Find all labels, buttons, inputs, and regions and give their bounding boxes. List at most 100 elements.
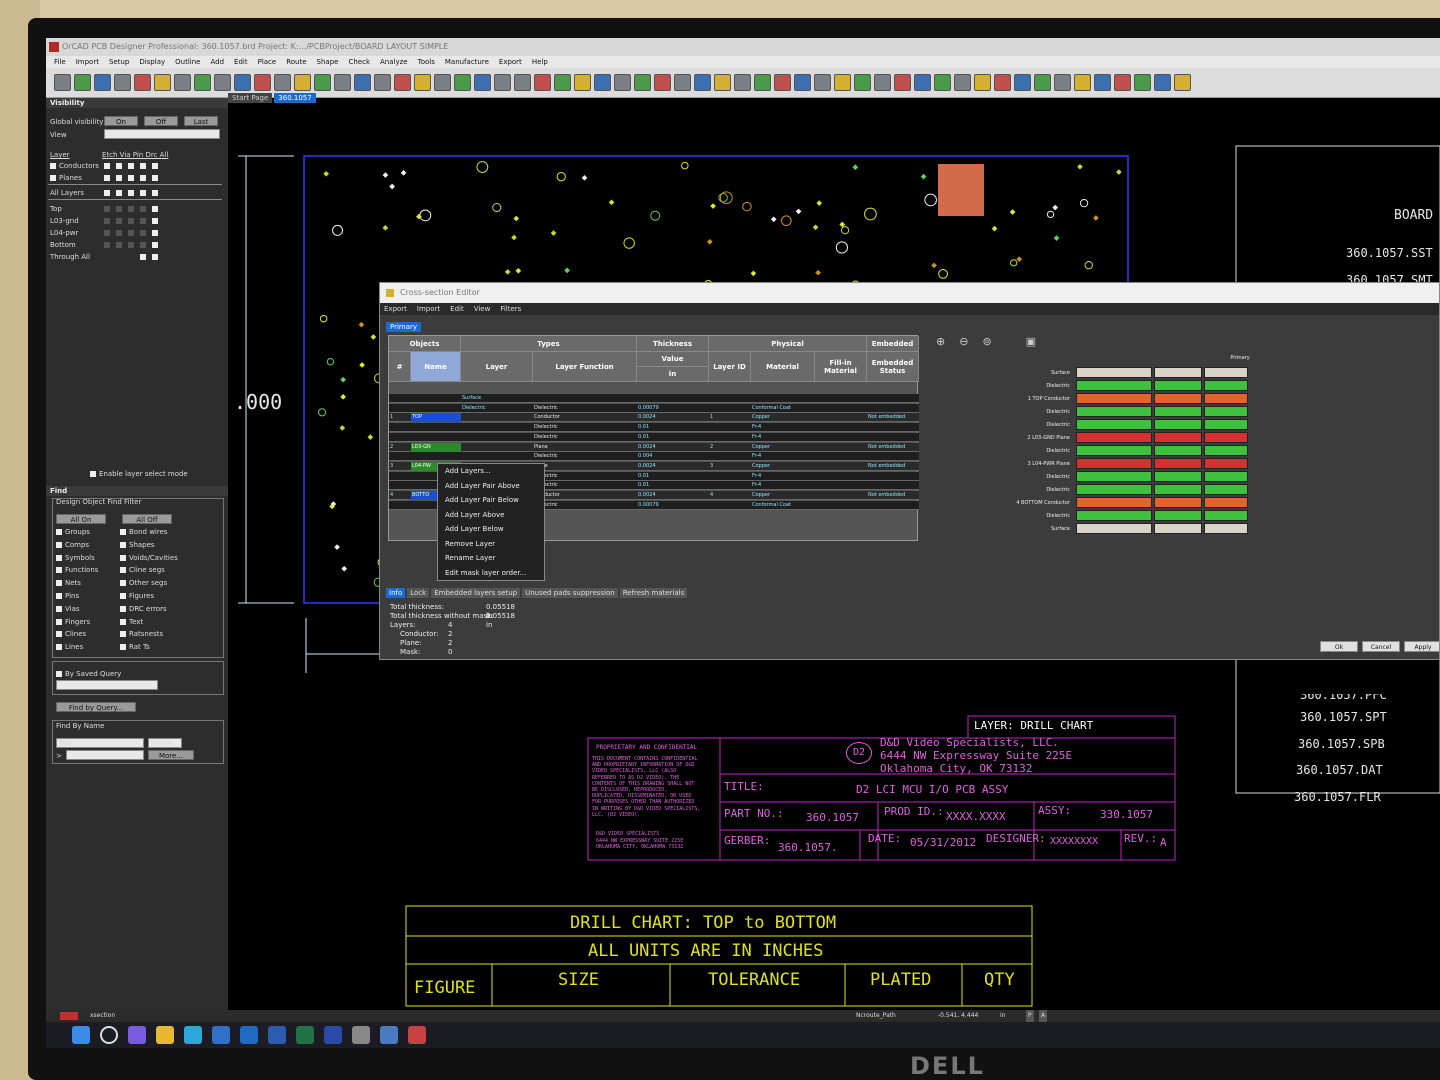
toolbar-tool-48-icon[interactable]: [994, 74, 1011, 91]
stack-layer-bar[interactable]: [1204, 445, 1248, 456]
xs-cell-id[interactable]: [709, 394, 751, 403]
toolbar-tool-57-icon[interactable]: [1174, 74, 1191, 91]
xs-cell-id[interactable]: [709, 472, 751, 481]
store-icon[interactable]: [212, 1026, 230, 1044]
xs-cell-layer[interactable]: [461, 443, 533, 452]
layer-id-header[interactable]: Layer ID: [709, 352, 751, 382]
xs-cell-func[interactable]: Plane: [533, 443, 637, 452]
toolbar-tool-20-icon[interactable]: [434, 74, 451, 91]
find-checkbox[interactable]: [56, 631, 62, 638]
vis-toggle[interactable]: [116, 218, 122, 224]
xs-row[interactable]: 1 TOP Conductor 0.0024 1 Copper Not embedded: [389, 413, 919, 423]
find-item-fingers[interactable]: Fingers: [56, 618, 90, 626]
stack-layer-bar[interactable]: [1154, 406, 1202, 417]
toolbar-tool-13-icon[interactable]: [294, 74, 311, 91]
visibility-off-button[interactable]: Off: [144, 116, 178, 126]
menu-route[interactable]: Route: [286, 56, 306, 68]
xs-cell-num[interactable]: [389, 501, 411, 510]
xs-row[interactable]: Dielectric Dielectric 0.00079 Conformal Coa…: [389, 403, 919, 413]
status-p[interactable]: P: [1026, 1010, 1034, 1022]
stack-layer-bar[interactable]: [1154, 380, 1202, 391]
xs-cell-thick[interactable]: 0.01: [637, 433, 709, 442]
xs-cell-func[interactable]: Plane: [533, 462, 637, 471]
find-item-lines[interactable]: Lines: [56, 643, 83, 651]
cancel-button[interactable]: Cancel: [1362, 641, 1400, 652]
toolbar-tool-16-icon[interactable]: [354, 74, 371, 91]
toolbar-tool-30-icon[interactable]: [634, 74, 651, 91]
xs-cell-id[interactable]: [709, 501, 751, 510]
toolbar-tool-55-icon[interactable]: [1134, 74, 1151, 91]
xs-cell-num[interactable]: [389, 423, 411, 432]
vis-toggle[interactable]: [104, 163, 110, 169]
xs-cell-mat[interactable]: [751, 394, 815, 403]
xs-menu-export[interactable]: Export: [384, 303, 407, 315]
find-all-off-button[interactable]: All Off: [122, 514, 172, 524]
toolbar-tool-33-icon[interactable]: [694, 74, 711, 91]
xs-cell-mat[interactable]: Conformal Coat: [751, 404, 815, 413]
xs-cell-thick[interactable]: 0.0024: [637, 462, 709, 471]
apply-button[interactable]: Apply: [1404, 641, 1439, 652]
stack-layer-bar[interactable]: [1204, 523, 1248, 534]
vis-toggle[interactable]: [104, 206, 110, 212]
find-checkbox[interactable]: [120, 554, 126, 561]
menu-tools[interactable]: Tools: [418, 56, 435, 68]
stack-layer-bar[interactable]: [1204, 432, 1248, 443]
xs-cell-func[interactable]: Dielectric: [533, 501, 637, 510]
menu-file[interactable]: File: [54, 56, 66, 68]
doc-tab-1[interactable]: Start Page: [228, 93, 273, 103]
stack-layer-bar[interactable]: [1076, 497, 1152, 508]
stack-layer-bar[interactable]: [1204, 510, 1248, 521]
xs-cell-name[interactable]: [411, 423, 461, 432]
visibility-last-button[interactable]: Last: [184, 116, 218, 126]
fill-in-header[interactable]: Fill-in Material: [815, 352, 867, 382]
vis-row-checkbox[interactable]: [50, 175, 56, 181]
xs-cell-id[interactable]: 1: [709, 413, 751, 422]
xs-cell-num[interactable]: 2: [389, 443, 411, 452]
menu-place[interactable]: Place: [258, 56, 277, 68]
vis-toggle[interactable]: [152, 230, 158, 236]
xs-cell-id[interactable]: [709, 481, 751, 490]
find-checkbox[interactable]: [56, 580, 62, 587]
layer-header-col[interactable]: Layer: [461, 352, 533, 382]
xs-cell-emb[interactable]: [867, 394, 919, 403]
xs-cell-emb[interactable]: Not embedded: [867, 443, 919, 452]
xs-cell-thick[interactable]: 0.004: [637, 452, 709, 461]
vis-toggle[interactable]: [116, 163, 122, 169]
stack-layer-bar[interactable]: [1154, 393, 1202, 404]
xs-cell-thick[interactable]: 0.01: [637, 481, 709, 490]
xs-cell-layer[interactable]: [461, 452, 533, 461]
find-checkbox[interactable]: [56, 618, 62, 625]
xs-cell-emb[interactable]: Not embedded: [867, 413, 919, 422]
toolbar-tool-24-icon[interactable]: [514, 74, 531, 91]
menu-manufacture[interactable]: Manufacture: [445, 56, 489, 68]
excel-icon[interactable]: [296, 1026, 314, 1044]
find-item-shapes[interactable]: Shapes: [120, 541, 155, 549]
find-checkbox[interactable]: [120, 618, 126, 625]
xs-cell-func[interactable]: Dielectric: [533, 404, 637, 413]
toolbar-tool-17-icon[interactable]: [374, 74, 391, 91]
xs-menu-edit[interactable]: Edit: [450, 303, 464, 315]
ctx-item-4[interactable]: Add Layer Above: [438, 508, 544, 523]
stack-layer-bar[interactable]: [1154, 510, 1202, 521]
find-item-rat-ts[interactable]: Rat Ts: [120, 643, 150, 651]
xs-cell-func[interactable]: Dielectric: [533, 481, 637, 490]
toolbar-tool-50-icon[interactable]: [1034, 74, 1051, 91]
stack-layer-bar[interactable]: [1204, 458, 1248, 469]
xs-cell-func[interactable]: [533, 394, 637, 403]
xs-row[interactable]: Surface: [389, 394, 919, 403]
layer-function-header[interactable]: Layer Function: [533, 352, 637, 382]
xs-cell-emb[interactable]: [867, 501, 919, 510]
toolbar-tool-6-icon[interactable]: [154, 74, 171, 91]
stack-layer-bar[interactable]: [1154, 484, 1202, 495]
ctx-item-1[interactable]: Add Layers...: [438, 464, 544, 479]
xs-cell-id[interactable]: [709, 423, 751, 432]
toolbar-tool-26-icon[interactable]: [554, 74, 571, 91]
xs-row[interactable]: 2 L03-GN Plane 0.0024 2 Copper Not embedded: [389, 442, 919, 452]
find-name-input[interactable]: [66, 750, 144, 760]
toolbar-tool-32-icon[interactable]: [674, 74, 691, 91]
toolbar-tool-21-icon[interactable]: [454, 74, 471, 91]
vis-toggle[interactable]: [152, 175, 158, 181]
vis-row-checkbox[interactable]: [50, 163, 56, 169]
find-item-ratsnests[interactable]: Ratsnests: [120, 630, 163, 638]
file-explorer-icon[interactable]: [156, 1026, 174, 1044]
